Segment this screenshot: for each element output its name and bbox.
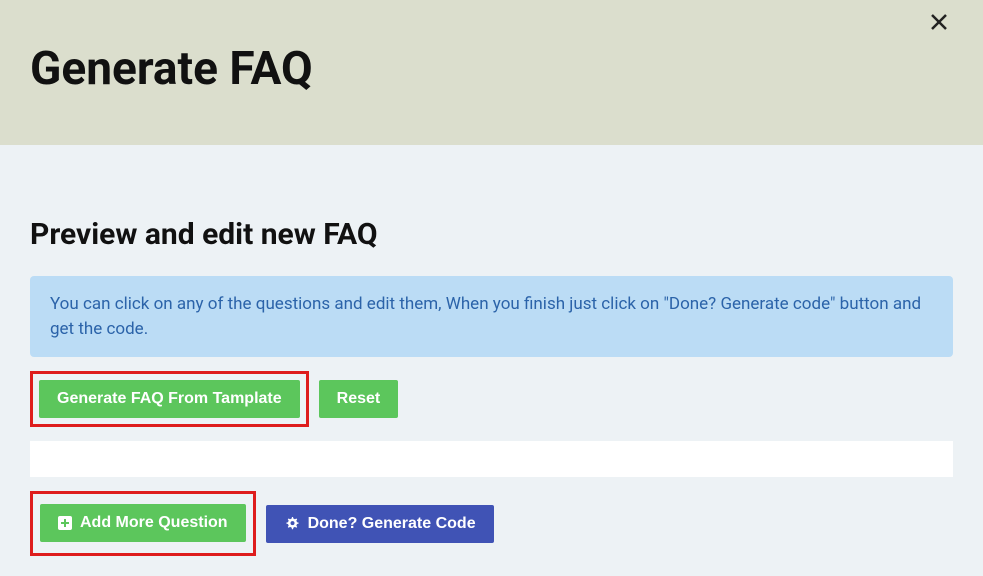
- gear-icon: [284, 516, 300, 532]
- button-label: Generate FAQ From Tamplate: [57, 390, 282, 408]
- highlight-annotation: Add More Question: [30, 491, 256, 556]
- modal-header: Generate FAQ: [0, 0, 983, 145]
- button-row-2: Add More Question Done? Generate Code: [44, 491, 953, 556]
- plus-icon: [58, 516, 72, 530]
- close-icon: [930, 13, 948, 31]
- generate-from-template-button[interactable]: Generate FAQ From Tamplate: [39, 380, 300, 418]
- highlight-annotation: Generate FAQ From Tamplate: [30, 371, 309, 427]
- button-row-1: Generate FAQ From Tamplate Reset: [30, 371, 953, 427]
- section-title: Preview and edit new FAQ: [30, 217, 953, 252]
- info-alert: You can click on any of the questions an…: [30, 276, 953, 357]
- button-label: Add More Question: [80, 514, 228, 532]
- add-more-question-button[interactable]: Add More Question: [40, 504, 246, 542]
- button-label: Done? Generate Code: [308, 515, 476, 533]
- modal-title: Generate FAQ: [30, 42, 953, 97]
- done-generate-code-button[interactable]: Done? Generate Code: [266, 505, 494, 543]
- close-button[interactable]: [930, 12, 948, 36]
- button-label: Reset: [337, 390, 381, 408]
- reset-button[interactable]: Reset: [319, 380, 399, 418]
- info-text: You can click on any of the questions an…: [50, 294, 921, 339]
- modal-content: Preview and edit new FAQ You can click o…: [0, 145, 983, 576]
- faq-preview-panel: [30, 441, 953, 477]
